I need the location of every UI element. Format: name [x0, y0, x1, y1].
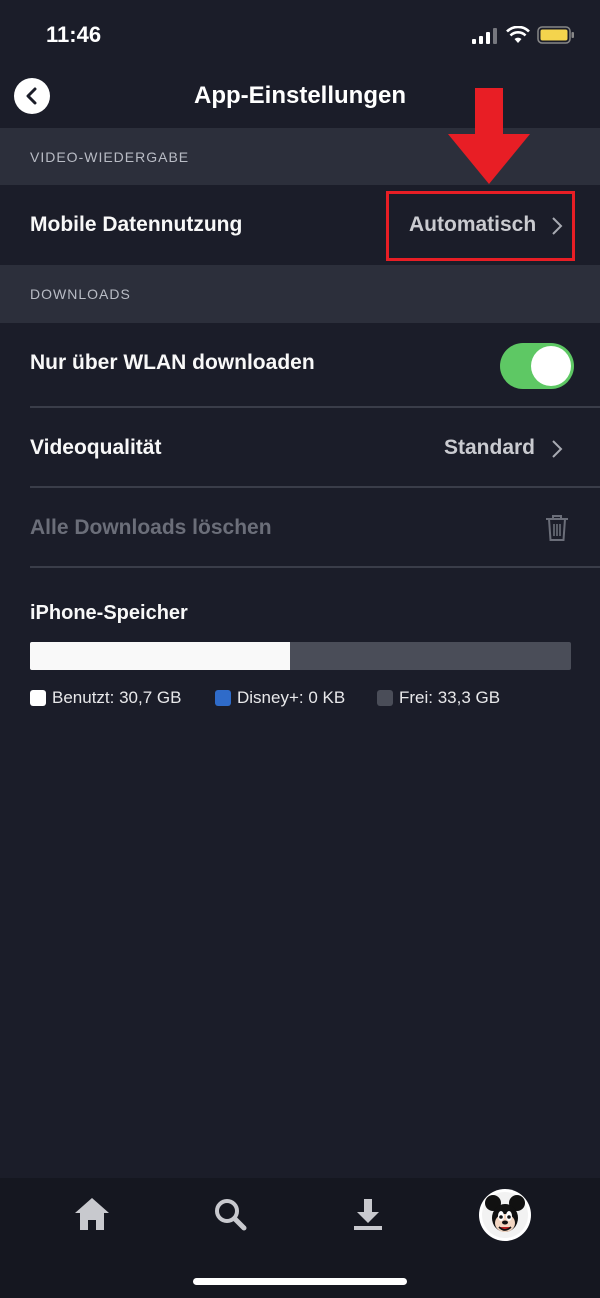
profile-avatar[interactable]: [478, 1188, 532, 1242]
cellular-signal-icon: [472, 28, 497, 44]
status-time: 11:46: [46, 22, 102, 47]
legend-swatch: [30, 690, 46, 706]
trash-icon[interactable]: [544, 514, 570, 542]
mobile-data-label: Mobile Datennutzung: [30, 213, 243, 236]
arrow-down-annotation-icon: [448, 88, 530, 184]
section-header-downloads: DOWNLOADS: [0, 265, 600, 323]
storage-title: iPhone-Speicher: [30, 602, 188, 624]
search-icon[interactable]: [213, 1197, 247, 1231]
home-icon[interactable]: [73, 1196, 111, 1232]
wifi-icon: [506, 26, 530, 43]
legend-swatch: [377, 690, 393, 706]
home-indicator: [193, 1278, 407, 1285]
legend-used-label: Benutzt: 30,7 GB: [52, 688, 182, 707]
legend-free: Frei: 33,3 GB: [377, 688, 500, 708]
toggle-knob: [531, 346, 571, 386]
divider: [30, 566, 600, 568]
storage-used-fill: [30, 642, 290, 670]
video-quality-label: Videoqualität: [30, 436, 162, 459]
legend-disney: Disney+: 0 KB: [215, 688, 345, 708]
highlight-box: [386, 191, 575, 261]
legend-disney-label: Disney+: 0 KB: [237, 688, 346, 707]
legend-used: Benutzt: 30,7 GB: [30, 688, 181, 708]
legend-free-label: Frei: 33,3 GB: [399, 688, 501, 707]
battery-icon: [537, 26, 574, 44]
divider: [30, 486, 600, 488]
video-quality-value[interactable]: Standard: [444, 436, 535, 460]
chevron-right-icon: [552, 440, 563, 458]
legend-swatch: [215, 690, 231, 706]
wifi-only-toggle[interactable]: [500, 343, 574, 389]
wifi-only-label: Nur über WLAN downloaden: [30, 351, 315, 374]
download-icon[interactable]: [351, 1197, 385, 1231]
delete-all-label[interactable]: Alle Downloads löschen: [30, 516, 272, 540]
